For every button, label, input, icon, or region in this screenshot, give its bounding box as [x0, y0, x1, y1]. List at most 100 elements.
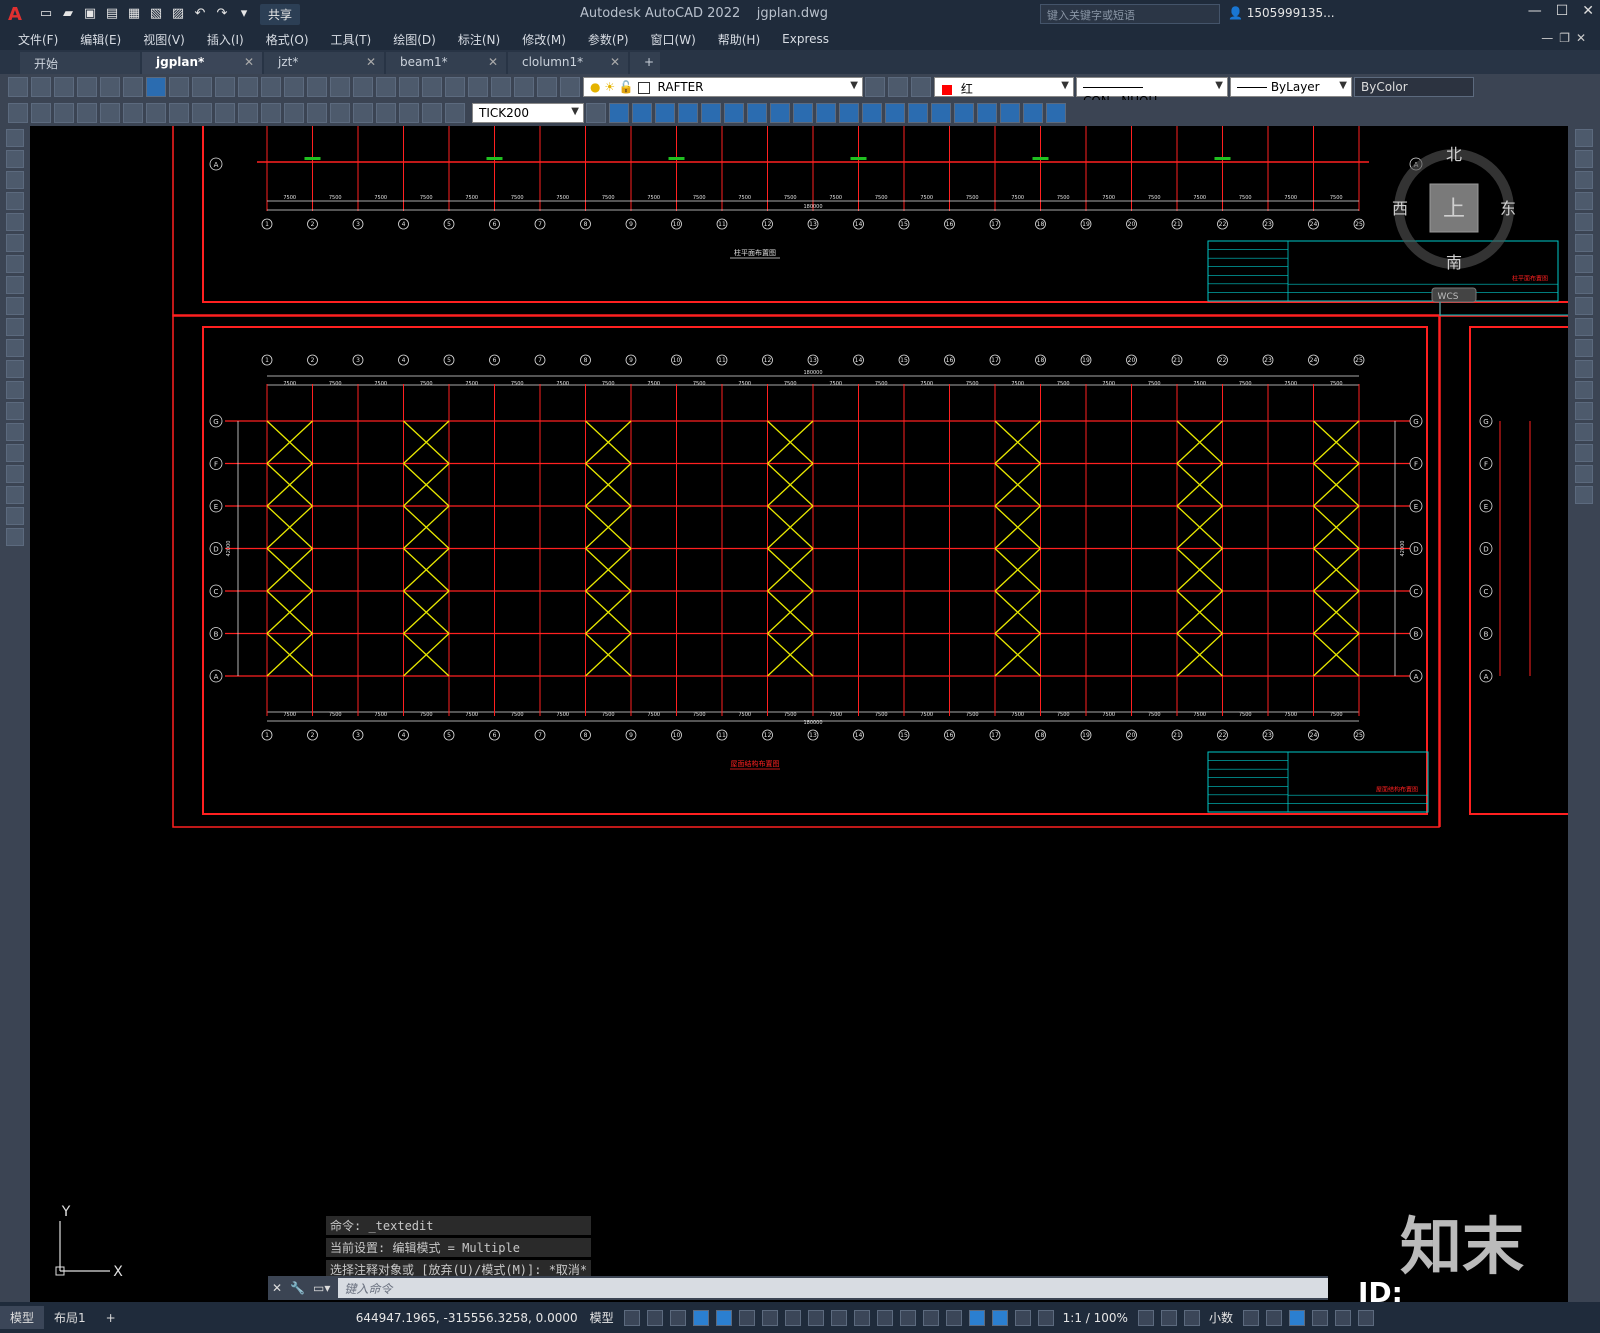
- rectangle-icon[interactable]: [6, 213, 24, 231]
- continue-dim-icon[interactable]: [238, 103, 258, 123]
- open-icon[interactable]: [31, 77, 51, 97]
- chamfer-icon[interactable]: [1575, 423, 1593, 441]
- document-window-controls[interactable]: —❐✕: [1541, 31, 1592, 45]
- copy-icon[interactable]: [1575, 150, 1593, 168]
- dim-break-icon[interactable]: [284, 103, 304, 123]
- quick-properties-icon[interactable]: [1242, 1309, 1259, 1326]
- point-icon[interactable]: [6, 402, 24, 420]
- selection-filter-icon[interactable]: [945, 1309, 962, 1326]
- markup-icon[interactable]: [491, 77, 511, 97]
- save-as-icon[interactable]: ▤: [102, 4, 122, 24]
- menu-item[interactable]: Express: [782, 32, 829, 46]
- menu-item[interactable]: 修改(M): [522, 31, 566, 48]
- extend-icon[interactable]: [1575, 339, 1593, 357]
- 3d-array-icon[interactable]: [1046, 103, 1066, 123]
- sphere-icon[interactable]: [678, 103, 698, 123]
- close-icon[interactable]: ✕: [488, 55, 498, 69]
- zoom-previous-icon[interactable]: [376, 77, 396, 97]
- wedge-icon[interactable]: [632, 103, 652, 123]
- tolerance-icon[interactable]: [307, 103, 327, 123]
- design-center-icon[interactable]: [422, 77, 442, 97]
- lineweight-icon[interactable]: [830, 1309, 847, 1326]
- new-tab-button[interactable]: +: [630, 52, 660, 74]
- save-web-icon[interactable]: ▧: [146, 4, 166, 24]
- break-icon[interactable]: [1575, 381, 1593, 399]
- scale-icon[interactable]: [1575, 276, 1593, 294]
- hatch-icon[interactable]: [6, 423, 24, 441]
- copy-icon[interactable]: [192, 77, 212, 97]
- close-icon[interactable]: ✕: [366, 55, 376, 69]
- explode-icon[interactable]: [1575, 486, 1593, 504]
- dim-update-icon[interactable]: [445, 103, 465, 123]
- tab-start[interactable]: 开始: [20, 52, 140, 74]
- tab-jzt[interactable]: jzt* ✕: [264, 52, 384, 74]
- linetype-dropdown[interactable]: CON...NUOU ▼: [1076, 77, 1228, 108]
- plot-icon[interactable]: ▨: [168, 4, 188, 24]
- open-web-icon[interactable]: ▦: [124, 4, 144, 24]
- make-current-icon[interactable]: [865, 77, 885, 97]
- autocad-logo-icon[interactable]: A: [0, 0, 30, 28]
- ortho-icon[interactable]: [715, 1309, 732, 1326]
- infer-icon[interactable]: [669, 1309, 686, 1326]
- inspection-icon[interactable]: [353, 103, 373, 123]
- layer-properties-icon[interactable]: [560, 77, 580, 97]
- search-input[interactable]: 键入关键字或短语: [1040, 4, 1220, 24]
- zoom-window-icon[interactable]: [353, 77, 373, 97]
- coordinates-readout[interactable]: 644947.1965, -315556.3258, 0.0000: [356, 1311, 578, 1325]
- subtract-icon[interactable]: [885, 103, 905, 123]
- isodraft-icon[interactable]: [761, 1309, 778, 1326]
- drawing-area[interactable]: 7500 7500 7500 7500 7500 7500 7500 7500 7500 7500…: [30, 126, 1568, 1302]
- snap-icon[interactable]: [646, 1309, 663, 1326]
- cylinder-icon[interactable]: [701, 103, 721, 123]
- torus-icon[interactable]: [724, 103, 744, 123]
- customization-icon[interactable]: [1357, 1309, 1374, 1326]
- extrude-icon[interactable]: [770, 103, 790, 123]
- color-dropdown[interactable]: 红 ▼: [934, 77, 1074, 97]
- tab-beam1[interactable]: beam1* ✕: [386, 52, 506, 74]
- break-at-point-icon[interactable]: [1575, 360, 1593, 378]
- properties-icon[interactable]: [399, 77, 419, 97]
- spline-icon[interactable]: [6, 297, 24, 315]
- layer-state-icon[interactable]: [911, 77, 931, 97]
- object-snap-tracking-icon[interactable]: [784, 1309, 801, 1326]
- radius-dim-icon[interactable]: [100, 103, 120, 123]
- construction-line-icon[interactable]: [6, 150, 24, 168]
- baseline-dim-icon[interactable]: [215, 103, 235, 123]
- user-account[interactable]: 👤 1505999135...: [1228, 6, 1335, 20]
- tab-clolumn1[interactable]: clolumn1* ✕: [508, 52, 628, 74]
- arc-length-icon[interactable]: [54, 103, 74, 123]
- workspace-icon[interactable]: [1137, 1309, 1154, 1326]
- annotation-visibility-icon[interactable]: [991, 1309, 1008, 1326]
- isolate-objects-icon[interactable]: [1288, 1309, 1305, 1326]
- polyline-icon[interactable]: [6, 171, 24, 189]
- line-icon[interactable]: [6, 129, 24, 147]
- ellipse-arc-icon[interactable]: [6, 339, 24, 357]
- gradient-icon[interactable]: [6, 444, 24, 462]
- section-plane-icon[interactable]: [954, 103, 974, 123]
- menu-item[interactable]: 标注(N): [458, 31, 500, 48]
- new-icon[interactable]: ▭: [36, 4, 56, 24]
- model-space-toggle[interactable]: 模型: [590, 1309, 614, 1326]
- zoom-realtime-icon[interactable]: [330, 77, 350, 97]
- blend-curves-icon[interactable]: [1575, 465, 1593, 483]
- pyramid-icon[interactable]: [747, 103, 767, 123]
- command-input[interactable]: 键入命令: [338, 1278, 1328, 1298]
- annotation-scale[interactable]: 1:1 / 100%: [1063, 1311, 1128, 1325]
- recent-commands-icon[interactable]: ▭▾: [313, 1281, 330, 1295]
- layer-dropdown[interactable]: ● ☀ 🔓 RAFTER ▼: [583, 77, 863, 97]
- save-icon[interactable]: [54, 77, 74, 97]
- open-icon[interactable]: ▰: [58, 4, 78, 24]
- add-layout-button[interactable]: +: [96, 1308, 126, 1328]
- publish-icon[interactable]: [123, 77, 143, 97]
- region-icon[interactable]: [6, 465, 24, 483]
- lineweight-dropdown[interactable]: ByLayer ▼: [1230, 77, 1352, 97]
- revision-cloud-icon[interactable]: [6, 276, 24, 294]
- menu-item[interactable]: 工具(T): [331, 31, 372, 48]
- plot-icon[interactable]: [77, 77, 97, 97]
- redo-icon[interactable]: ↷: [212, 4, 232, 24]
- multiline-text-icon[interactable]: [6, 507, 24, 525]
- object-snap-icon[interactable]: [807, 1309, 824, 1326]
- offset-icon[interactable]: [1575, 192, 1593, 210]
- tool-palettes-icon[interactable]: [445, 77, 465, 97]
- maximize-icon[interactable]: ☐: [1556, 3, 1569, 19]
